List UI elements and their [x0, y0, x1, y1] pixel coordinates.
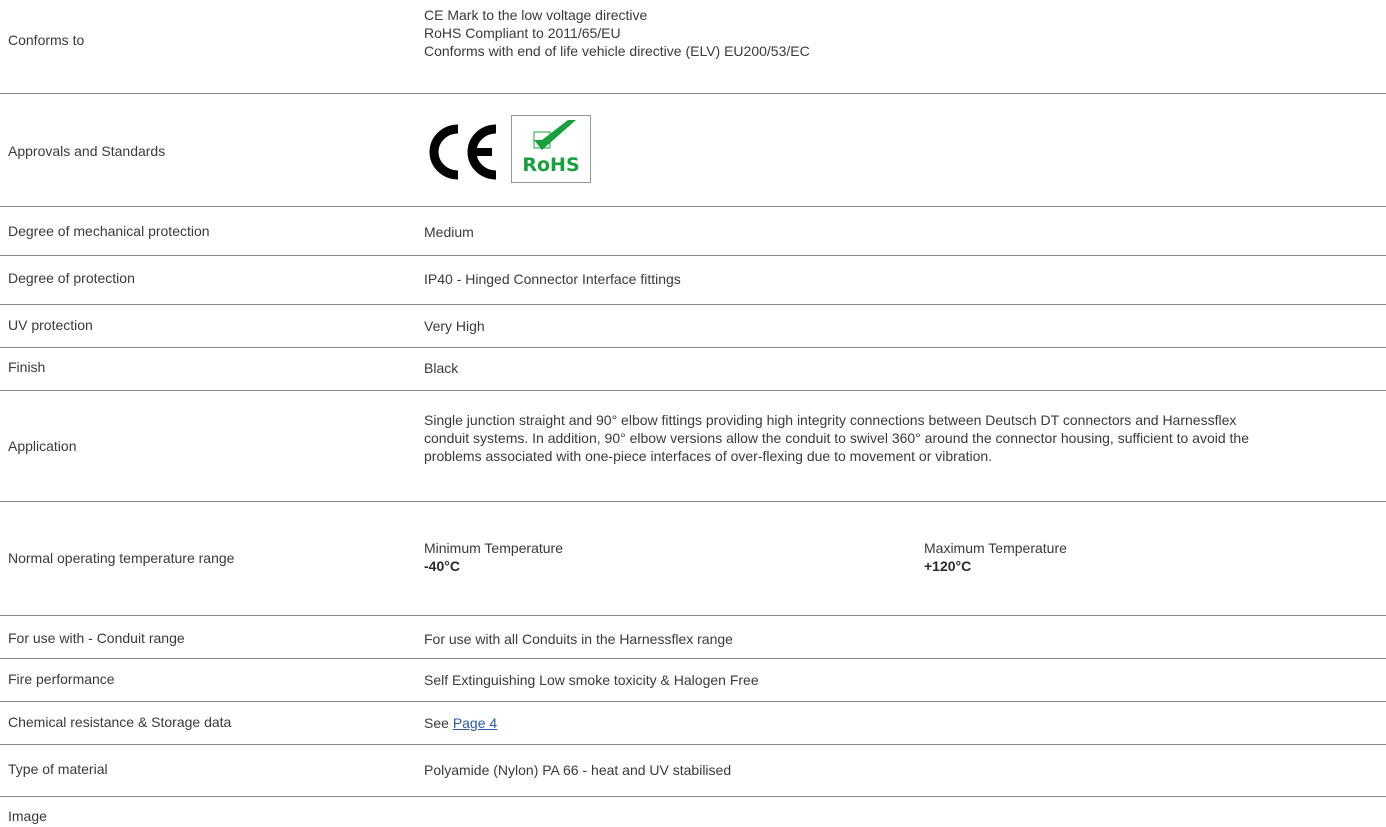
row-material: Type of material Polyamide (Nylon) PA 66…: [0, 745, 1386, 797]
conforms-to-value: CE Mark to the low voltage directive RoH…: [424, 6, 1376, 60]
conduit-label: For use with - Conduit range: [8, 630, 185, 646]
row-approvals: Approvals and Standards: [0, 94, 1386, 207]
min-temperature-label: Minimum Temperature: [424, 540, 564, 556]
protection-value: IP40 - Hinged Connector Interface fittin…: [424, 271, 681, 287]
row-mechanical-protection: Degree of mechanical protection Medium: [0, 207, 1386, 256]
fire-label: Fire performance: [8, 671, 115, 687]
application-label: Application: [8, 438, 77, 454]
temperature-label: Normal operating temperature range: [8, 550, 235, 566]
max-temperature-value: +120°C: [924, 558, 972, 574]
approvals-label: Approvals and Standards: [8, 143, 166, 159]
conforms-line-2: RoHS Compliant to 2011/65/EU: [424, 25, 621, 41]
conforms-line-1: CE Mark to the low voltage directive: [424, 7, 648, 23]
page-4-link[interactable]: Page 4: [453, 715, 497, 731]
application-value: Single junction straight and 90° elbow f…: [424, 411, 1376, 465]
application-line-1: Single junction straight and 90° elbow f…: [424, 412, 1237, 428]
min-temperature: Minimum Temperature -40°C: [424, 539, 563, 575]
row-conforms-to: Conforms to CE Mark to the low voltage d…: [0, 0, 1386, 94]
fire-value: Self Extinguishing Low smoke toxicity & …: [424, 672, 759, 688]
ce-mark-logo: [429, 124, 497, 180]
material-value: Polyamide (Nylon) PA 66 - heat and UV st…: [424, 762, 732, 778]
mechanical-value: Medium: [424, 224, 474, 240]
conduit-value: For use with all Conduits in the Harness…: [424, 631, 733, 647]
max-temperature: Maximum Temperature +120°C: [924, 539, 1067, 575]
mechanical-label: Degree of mechanical protection: [8, 223, 210, 239]
rohs-logo: RoHS: [511, 115, 591, 183]
conforms-line-3: Conforms with end of life vehicle direct…: [424, 43, 810, 59]
uv-label: UV protection: [8, 317, 93, 333]
max-temperature-label: Maximum Temperature: [924, 540, 1067, 556]
conforms-to-label: Conforms to: [8, 32, 85, 48]
chemical-label: Chemical resistance & Storage data: [8, 714, 232, 730]
finish-value: Black: [424, 360, 459, 376]
image-label: Image: [8, 808, 47, 824]
chemical-value: See Page 4: [424, 714, 1376, 732]
chemical-prefix: See: [424, 715, 449, 731]
row-uv-protection: UV protection Very High: [0, 305, 1386, 348]
protection-label: Degree of protection: [8, 270, 135, 286]
finish-label: Finish: [8, 359, 46, 375]
row-finish: Finish Black: [0, 348, 1386, 391]
uv-value: Very High: [424, 318, 485, 334]
row-temperature: Normal operating temperature range Minim…: [0, 502, 1386, 616]
row-degree-protection: Degree of protection IP40 - Hinged Conne…: [0, 256, 1386, 305]
material-label: Type of material: [8, 761, 108, 777]
row-chemical-resistance: Chemical resistance & Storage data See P…: [0, 702, 1386, 745]
row-conduit-range: For use with - Conduit range For use wit…: [0, 616, 1386, 659]
rohs-text: RoHS: [522, 154, 580, 176]
min-temperature-value: -40°C: [424, 558, 460, 574]
row-application: Application Single junction straight and…: [0, 391, 1386, 502]
row-fire-performance: Fire performance Self Extinguishing Low …: [0, 659, 1386, 702]
application-line-2: conduit systems. In addition, 90° elbow …: [424, 430, 1249, 446]
application-line-3: problems associated with one-piece inter…: [424, 448, 993, 464]
